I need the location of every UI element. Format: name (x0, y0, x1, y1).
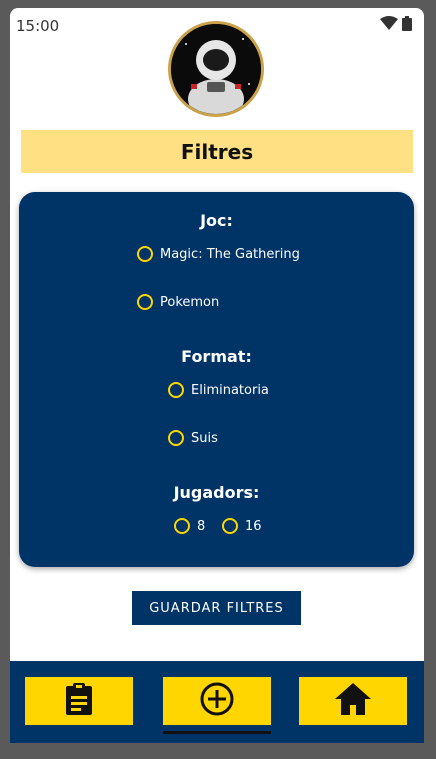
home-icon (334, 682, 372, 721)
radio-option-pokemon[interactable]: Pokemon (137, 294, 219, 310)
save-filters-button[interactable]: GUARDAR FILTRES (132, 591, 301, 625)
radio-button[interactable] (137, 294, 153, 310)
radio-button[interactable] (174, 518, 190, 534)
radio-button[interactable] (168, 382, 184, 398)
radio-label: Suis (191, 430, 218, 446)
nav-home-button[interactable] (299, 677, 407, 725)
radio-option-16[interactable]: 16 (222, 518, 262, 534)
format-section-title: Format: (181, 347, 252, 366)
radio-option-suis[interactable]: Suis (168, 430, 218, 446)
status-time: 15:00 (16, 17, 60, 35)
page-title: Filtres (180, 139, 254, 164)
radio-option-magic[interactable]: Magic: The Gathering (137, 246, 300, 262)
radio-label: Magic: The Gathering (160, 246, 300, 262)
radio-option-8[interactable]: 8 (174, 518, 205, 534)
radio-button[interactable] (137, 246, 153, 262)
bottom-navigation (10, 661, 424, 743)
selected-tab-indicator (163, 731, 271, 734)
add-circle-icon (199, 681, 235, 722)
title-bar: Filtres (21, 130, 413, 173)
wifi-icon (380, 16, 398, 35)
clipboard-icon (64, 682, 94, 721)
game-section-title: Joc: (200, 211, 233, 230)
filters-card: Joc: Magic: The Gathering Pokemon Format… (19, 192, 414, 567)
radio-option-eliminatoria[interactable]: Eliminatoria (168, 382, 269, 398)
nav-add-button[interactable] (163, 677, 271, 725)
players-section-title: Jugadors: (173, 483, 260, 502)
radio-label: Pokemon (160, 294, 220, 310)
radio-label: 16 (245, 518, 262, 534)
nav-clipboard-button[interactable] (25, 677, 133, 725)
radio-button[interactable] (222, 518, 238, 534)
astronaut-logo (168, 21, 264, 117)
app-screen: 15:00 Filtres Joc: Magic: The Gathering (10, 8, 424, 743)
radio-label: Eliminatoria (191, 382, 269, 398)
battery-icon (402, 16, 412, 36)
radio-label: 8 (197, 518, 206, 534)
radio-button[interactable] (168, 430, 184, 446)
